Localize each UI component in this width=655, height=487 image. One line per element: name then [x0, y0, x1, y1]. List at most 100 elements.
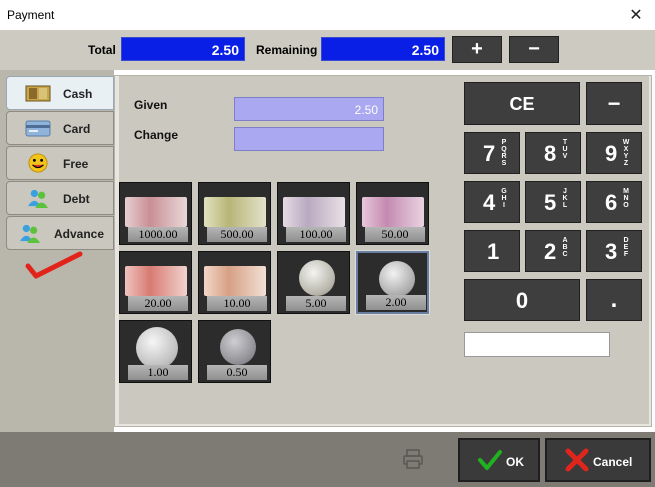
denomination-label: 20.00: [128, 296, 188, 311]
key-0[interactable]: 0: [464, 279, 580, 321]
tab-label: Free: [63, 157, 89, 171]
denomination-20-button[interactable]: 20.00: [119, 251, 192, 314]
minus-button[interactable]: −: [509, 36, 559, 63]
key-dot[interactable]: .: [586, 279, 642, 321]
denomination-label: 5.00: [286, 296, 346, 311]
key-digit: 4: [483, 190, 496, 215]
tab-label: Advance: [54, 227, 105, 241]
window-title: Payment: [7, 8, 55, 22]
change-field: [234, 127, 384, 151]
denomination-100-button[interactable]: 100.00: [277, 182, 350, 245]
change-label: Change: [134, 128, 179, 142]
denomination-label: 10.00: [207, 296, 267, 311]
tab-cash[interactable]: Cash: [6, 76, 114, 110]
key-7[interactable]: 7 PQRS: [464, 132, 520, 174]
key-digit: 3: [605, 239, 618, 264]
remaining-label: Remaining: [256, 43, 318, 57]
tab-free[interactable]: Free: [6, 146, 114, 180]
tab-label: Cash: [63, 87, 93, 101]
total-label: Total: [88, 43, 116, 57]
key-letters: GHI: [501, 188, 507, 209]
denomination-500-button[interactable]: 500.00: [198, 182, 271, 245]
keypad-entry-field[interactable]: [464, 332, 610, 357]
key-9[interactable]: 9 WXYZ: [586, 132, 642, 174]
denomination-1-button[interactable]: 1.00: [119, 320, 192, 383]
title-bar: Payment ✕: [0, 0, 655, 30]
denomination-label: 2.00: [366, 295, 426, 310]
banknote-image: [204, 197, 266, 227]
card-icon: [25, 120, 51, 137]
key-letters: PQRS: [501, 139, 507, 167]
banknote-image: [125, 197, 187, 227]
total-value: 2.50: [121, 37, 245, 61]
cancel-label: Cancel: [593, 455, 633, 469]
cash-icon: [25, 85, 51, 102]
banknote-image: [283, 197, 345, 227]
tab-label: Debt: [63, 192, 90, 206]
tab-debt[interactable]: Debt: [6, 181, 114, 215]
banknote-image: [204, 266, 266, 296]
key-digit: 6: [605, 190, 618, 215]
coin-image: [299, 260, 335, 296]
tab-label: Card: [63, 122, 91, 136]
key-digit: 8: [544, 141, 557, 166]
close-icon[interactable]: ✕: [627, 5, 645, 25]
key-1[interactable]: 1: [464, 230, 520, 272]
denomination-5-button[interactable]: 5.00: [277, 251, 350, 314]
key-digit: 0: [515, 288, 529, 313]
cancel-button[interactable]: Cancel: [545, 438, 651, 482]
backspace-button[interactable]: −: [586, 82, 642, 125]
denomination-2-button[interactable]: 2.00: [355, 250, 430, 315]
printer-icon[interactable]: [402, 448, 424, 470]
key-letters: MNO: [623, 188, 629, 209]
key-digit: 2: [544, 239, 557, 264]
plus-button[interactable]: +: [452, 36, 502, 63]
key-digit: 7: [483, 141, 496, 166]
key-2[interactable]: 2 ABC: [525, 230, 581, 272]
tab-card[interactable]: Card: [6, 111, 114, 145]
cancel-x-icon: [565, 448, 589, 472]
banknote-image: [125, 266, 187, 296]
backspace-label: −: [607, 91, 621, 116]
advance-icon: [20, 224, 40, 243]
key-8[interactable]: 8 TUV: [525, 132, 581, 174]
key-letters: WXYZ: [622, 139, 630, 167]
ce-button[interactable]: CE: [464, 82, 580, 125]
denomination-label: 100.00: [286, 227, 346, 242]
denomination-10-button[interactable]: 10.00: [198, 251, 271, 314]
summary-bar: Total 2.50 Remaining 2.50 + −: [0, 30, 655, 70]
key-letters: JKL: [562, 188, 568, 209]
given-field[interactable]: 2.50: [234, 97, 384, 121]
key-digit: 1: [487, 239, 500, 264]
key-letters: TUV: [562, 139, 568, 160]
key-digit: .: [610, 286, 618, 313]
denomination-label: 50.00: [365, 227, 425, 242]
coin-image: [220, 329, 256, 365]
key-6[interactable]: 6 MNO: [586, 181, 642, 223]
denomination-0-50-button[interactable]: 0.50: [198, 320, 271, 383]
key-digit: 5: [544, 190, 557, 215]
denomination-label: 500.00: [207, 227, 267, 242]
key-5[interactable]: 5 JKL: [525, 181, 581, 223]
denomination-1000-button[interactable]: 1000.00: [119, 182, 192, 245]
key-3[interactable]: 3 DEF: [586, 230, 642, 272]
checkmark-icon: [478, 450, 502, 470]
red-check-mark-annotation: [25, 251, 83, 279]
denomination-label: 0.50: [207, 365, 267, 380]
denomination-50-button[interactable]: 50.00: [356, 182, 429, 245]
coin-image: [379, 261, 415, 297]
key-letters: ABC: [562, 237, 568, 258]
key-4[interactable]: 4 GHI: [464, 181, 520, 223]
key-digit: 9: [605, 141, 618, 166]
denomination-label: 1.00: [128, 365, 188, 380]
remaining-value: 2.50: [321, 37, 445, 61]
denomination-label: 1000.00: [128, 227, 188, 242]
free-icon: [28, 153, 48, 173]
payment-type-tabs: Cash Card Free Debt Advance: [0, 70, 114, 432]
given-label: Given: [134, 98, 168, 112]
ok-button[interactable]: OK: [458, 438, 540, 482]
banknote-image: [362, 197, 424, 227]
ce-label: CE: [509, 94, 535, 114]
tab-advance[interactable]: Advance: [6, 216, 114, 250]
debt-icon: [28, 189, 48, 208]
